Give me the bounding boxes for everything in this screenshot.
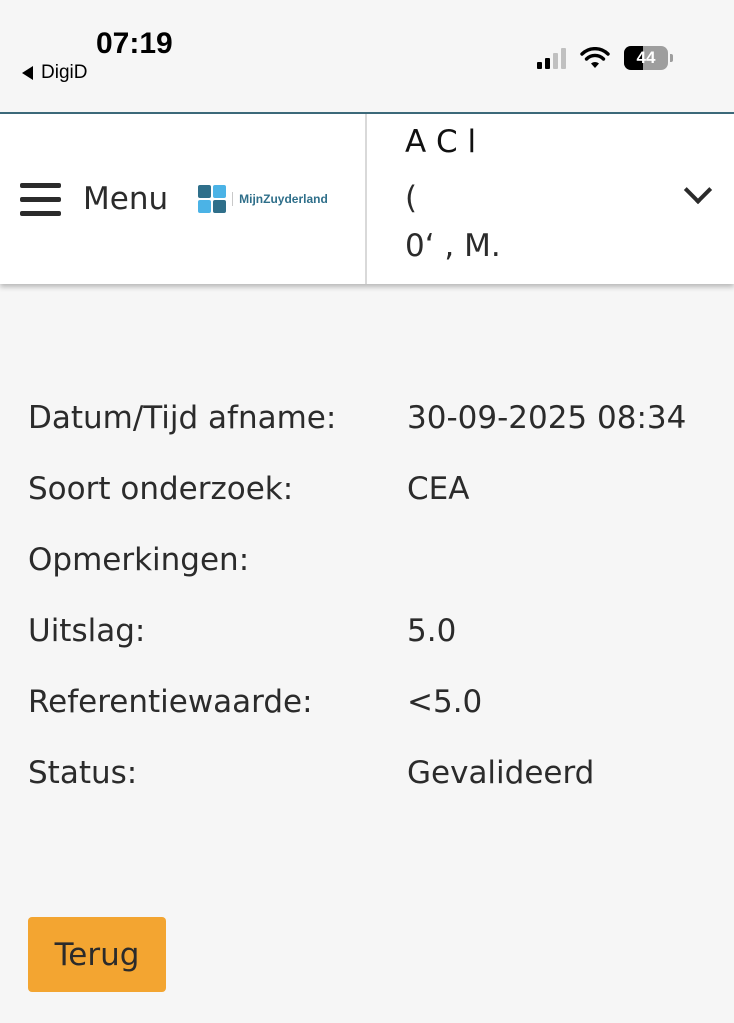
system-icons: 44: [537, 46, 673, 70]
back-app-label: DigiD: [41, 62, 88, 83]
detail-label: Status:: [28, 755, 138, 791]
detail-value: Gevalideerd: [407, 755, 595, 791]
chevron-down-icon[interactable]: [683, 175, 713, 205]
detail-row-datum: Datum/Tijd afname: 30-09-2025 08:34: [28, 390, 708, 447]
patient-dob-line: 0‘ , M.: [405, 228, 501, 264]
clock: 07:19: [96, 27, 173, 60]
detail-value: [407, 532, 708, 589]
detail-label: Opmerkingen:: [28, 542, 250, 578]
wifi-icon: [580, 47, 610, 68]
back-to-app-link[interactable]: DigiD: [22, 62, 87, 84]
header-nav: Menu MijnZuyderland: [0, 114, 367, 284]
detail-label: Referentiewaarde:: [28, 684, 313, 720]
app-header: Menu MijnZuyderland A C l ( 0‘ , M.: [0, 114, 734, 284]
ios-status-bar: 07:19 DigiD 44: [0, 0, 734, 114]
detail-row-soort-onderzoek: Soort onderzoek: CEA: [28, 461, 708, 518]
hamburger-menu-icon[interactable]: [20, 182, 61, 216]
back-triangle-icon: [22, 66, 33, 80]
lab-result-details: Datum/Tijd afname: 30-09-2025 08:34 Soor…: [28, 390, 708, 802]
cellular-signal-icon: [537, 47, 566, 69]
detail-row-uitslag: Uitslag: 5.0: [28, 603, 708, 660]
battery-level: 44: [636, 48, 656, 67]
detail-value: 5.0: [407, 613, 457, 649]
logo-mark-icon: [198, 185, 227, 213]
detail-row-opmerkingen: Opmerkingen:: [28, 532, 708, 589]
mijnzuyderland-logo[interactable]: MijnZuyderland: [198, 185, 328, 213]
detail-label: Uitslag:: [28, 613, 146, 649]
detail-label: Soort onderzoek:: [28, 471, 294, 507]
detail-label: Datum/Tijd afname:: [28, 400, 337, 436]
detail-value: CEA: [407, 471, 470, 507]
patient-info-line: (: [405, 180, 418, 216]
battery-icon: 44: [624, 46, 673, 70]
menu-button[interactable]: Menu: [83, 181, 168, 217]
patient-name-line: A C l: [405, 124, 477, 160]
detail-row-status: Status: Gevalideerd: [28, 745, 708, 802]
back-button[interactable]: Terug: [28, 917, 166, 992]
detail-value: 30-09-2025 08:34: [407, 400, 687, 436]
patient-selector[interactable]: A C l ( 0‘ , M.: [367, 114, 734, 284]
detail-value: <5.0: [407, 684, 483, 720]
logo-text: MijnZuyderland: [232, 192, 328, 206]
detail-row-referentiewaarde: Referentiewaarde: <5.0: [28, 674, 708, 731]
